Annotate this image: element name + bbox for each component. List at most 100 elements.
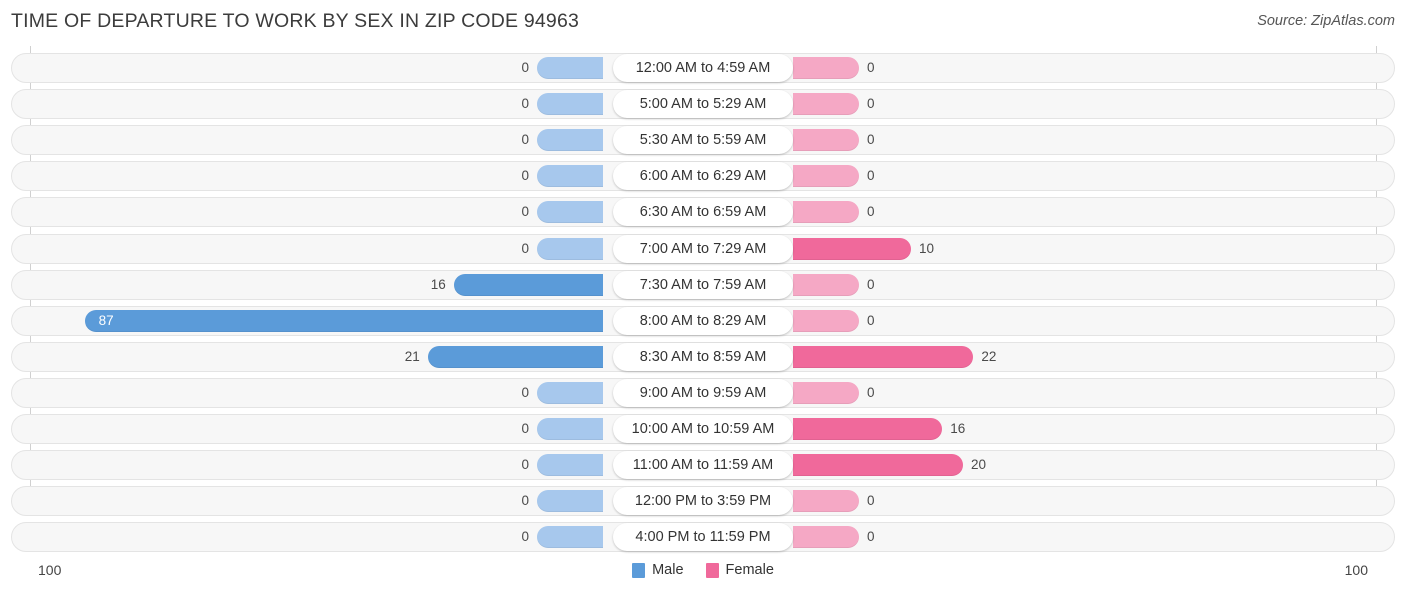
value-label-female: 22 xyxy=(981,348,997,364)
category-label-text: 10:00 AM to 10:59 AM xyxy=(631,421,775,437)
bar-male[interactable] xyxy=(537,237,603,260)
value-label-female: 20 xyxy=(971,457,987,473)
category-label-pill: 6:30 AM to 6:59 AM xyxy=(613,198,793,227)
table-row[interactable]: 0 20 11:00 AM to 11:59 AM xyxy=(11,450,1395,481)
bar-female[interactable] xyxy=(793,57,859,79)
table-row[interactable]: 0 0 5:30 AM to 5:59 AM xyxy=(11,125,1395,156)
table-row[interactable]: 0 16 10:00 AM to 10:59 AM xyxy=(11,414,1395,444)
bar-female[interactable] xyxy=(793,129,859,152)
value-label-male: 0 xyxy=(521,240,529,256)
bar-male[interactable] xyxy=(537,454,603,477)
value-label-female: 0 xyxy=(867,312,875,328)
category-label-text: 9:00 AM to 9:59 AM xyxy=(639,384,767,401)
category-label-text: 7:30 AM to 7:59 AM xyxy=(639,276,767,293)
value-label-female: 0 xyxy=(867,96,875,112)
category-label-text: 12:00 PM to 3:59 PM xyxy=(634,493,772,510)
bar-male[interactable] xyxy=(537,93,603,116)
category-label-pill: 6:00 AM to 6:29 AM xyxy=(613,162,793,191)
table-row[interactable]: 0 0 4:00 PM to 11:59 PM xyxy=(11,522,1395,553)
value-label-male: 0 xyxy=(521,493,529,509)
bar-female[interactable] xyxy=(793,273,859,296)
category-label-text: 11:00 AM to 11:59 AM xyxy=(632,457,774,474)
category-label-text: 5:30 AM to 5:59 AM xyxy=(639,132,767,149)
bar-female[interactable] xyxy=(793,345,974,368)
chart-header: TIME OF DEPARTURE TO WORK BY SEX IN ZIP … xyxy=(0,0,1406,46)
bar-male[interactable] xyxy=(537,57,603,79)
table-row[interactable]: 0 0 9:00 AM to 9:59 AM xyxy=(11,377,1395,408)
value-label-male: 0 xyxy=(521,168,529,184)
page-title: TIME OF DEPARTURE TO WORK BY SEX IN ZIP … xyxy=(11,10,580,32)
chart-legend: Male Female xyxy=(0,562,1406,578)
value-label-male: 0 xyxy=(521,384,529,400)
bar-male[interactable] xyxy=(537,418,603,440)
category-label-pill: 12:00 AM to 4:59 AM xyxy=(613,54,793,82)
value-label-male: 0 xyxy=(521,529,529,545)
category-label-text: 6:00 AM to 6:29 AM xyxy=(639,168,767,185)
bar-male[interactable] xyxy=(537,201,603,224)
category-label-pill: 9:00 AM to 9:59 AM xyxy=(613,378,793,407)
category-label-text: 7:00 AM to 7:29 AM xyxy=(639,240,767,257)
category-label-pill: 10:00 AM to 10:59 AM xyxy=(613,415,793,443)
table-row[interactable]: 0 0 12:00 AM to 4:59 AM xyxy=(11,53,1395,83)
legend-item-female[interactable]: Female xyxy=(705,562,774,578)
bar-female[interactable] xyxy=(793,201,859,224)
value-label-female: 0 xyxy=(867,60,875,75)
bar-female[interactable] xyxy=(793,454,963,477)
value-label-female: 16 xyxy=(950,421,966,436)
category-label-text: 12:00 AM to 4:59 AM xyxy=(635,60,771,76)
table-row[interactable]: 0 0 6:30 AM to 6:59 AM xyxy=(11,197,1395,228)
category-label-pill: 5:30 AM to 5:59 AM xyxy=(613,126,793,155)
legend-item-male[interactable]: Male xyxy=(632,562,684,578)
value-label-male: 0 xyxy=(521,421,529,436)
bar-male[interactable] xyxy=(537,129,603,152)
bar-female[interactable] xyxy=(793,526,859,549)
legend-label-male: Male xyxy=(652,562,684,578)
table-row[interactable]: 0 10 7:00 AM to 7:29 AM xyxy=(11,233,1395,264)
legend-label-female: Female xyxy=(725,562,774,578)
value-label-male: 0 xyxy=(521,204,529,220)
bar-male[interactable] xyxy=(537,526,603,549)
category-label-pill: 4:00 PM to 11:59 PM xyxy=(613,523,793,552)
value-label-female: 0 xyxy=(867,493,875,509)
table-row[interactable]: 0 0 6:00 AM to 6:29 AM xyxy=(11,161,1395,192)
value-label-male: 87 xyxy=(98,312,114,328)
category-label-text: 4:00 PM to 11:59 PM xyxy=(635,529,771,546)
category-label-text: 8:00 AM to 8:29 AM xyxy=(639,312,767,329)
bar-male[interactable] xyxy=(427,345,603,368)
bar-male[interactable] xyxy=(453,273,603,296)
table-row[interactable]: 0 0 12:00 PM to 3:59 PM xyxy=(11,486,1395,517)
bar-female[interactable] xyxy=(793,490,859,513)
bar-female[interactable] xyxy=(793,309,859,332)
value-label-male: 0 xyxy=(521,96,529,112)
table-row[interactable]: 0 0 5:00 AM to 5:29 AM xyxy=(11,89,1395,120)
category-label-pill: 8:00 AM to 8:29 AM xyxy=(613,306,793,335)
bar-female[interactable] xyxy=(793,165,859,188)
category-label-pill: 12:00 PM to 3:59 PM xyxy=(613,487,793,516)
bar-male[interactable] xyxy=(84,309,603,332)
legend-swatch-female xyxy=(705,562,719,578)
bar-female[interactable] xyxy=(793,237,911,260)
bar-female[interactable] xyxy=(793,93,859,116)
category-label-text: 6:30 AM to 6:59 AM xyxy=(639,204,767,221)
bar-female[interactable] xyxy=(793,418,943,440)
value-label-male: 16 xyxy=(430,276,446,292)
bar-male[interactable] xyxy=(537,165,603,188)
value-label-male: 0 xyxy=(521,132,529,148)
category-label-pill: 5:00 AM to 5:29 AM xyxy=(613,90,793,119)
value-label-female: 0 xyxy=(867,204,875,220)
chart-plot-area: 0 0 12:00 AM to 4:59 AM 0 0 5:00 AM to 5:29 A… xyxy=(0,46,1406,554)
table-row[interactable]: 87 0 8:00 AM to 8:29 AM xyxy=(11,305,1395,336)
category-label-pill: 8:30 AM to 8:59 AM xyxy=(613,342,793,371)
value-label-female: 0 xyxy=(867,132,875,148)
source-attribution: Source: ZipAtlas.com xyxy=(1257,13,1395,29)
value-label-female: 10 xyxy=(919,240,935,256)
bar-female[interactable] xyxy=(793,381,859,404)
table-row[interactable]: 21 22 8:30 AM to 8:59 AM xyxy=(11,341,1395,372)
category-label-text: 8:30 AM to 8:59 AM xyxy=(639,348,767,365)
table-row[interactable]: 16 0 7:30 AM to 7:59 AM xyxy=(11,269,1395,300)
value-label-female: 0 xyxy=(867,529,875,545)
chart-page: TIME OF DEPARTURE TO WORK BY SEX IN ZIP … xyxy=(0,0,1406,595)
category-label-pill: 11:00 AM to 11:59 AM xyxy=(613,451,793,480)
bar-male[interactable] xyxy=(537,490,603,513)
bar-male[interactable] xyxy=(537,381,603,404)
